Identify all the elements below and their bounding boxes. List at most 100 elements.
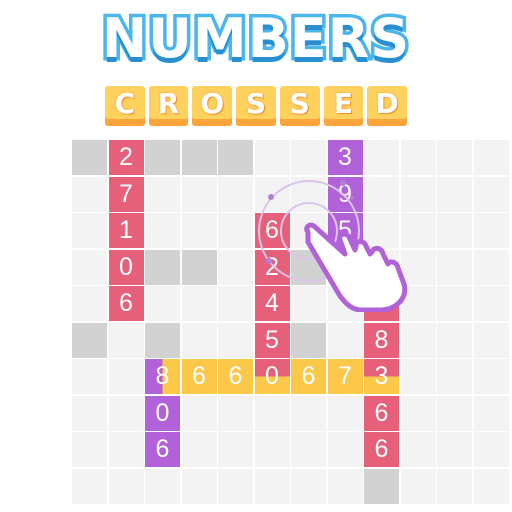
empty-cell[interactable] [327,432,363,467]
number-tile[interactable]: 6 [364,395,399,431]
empty-cell[interactable] [181,432,217,467]
empty-cell[interactable] [437,432,472,467]
number-tile[interactable]: 4 [254,286,290,321]
empty-cell[interactable] [400,176,436,212]
empty-cell[interactable] [400,359,436,394]
empty-cell[interactable] [218,395,253,431]
empty-cell[interactable] [437,322,472,358]
empty-cell[interactable] [473,395,509,431]
number-tile[interactable]: 0 [254,359,290,394]
empty-cell[interactable] [72,432,107,467]
number-tile[interactable]: 6 [145,432,180,467]
empty-cell[interactable] [473,432,509,467]
empty-cell[interactable] [145,468,180,504]
number-tile[interactable]: 0 [145,395,180,431]
empty-cell[interactable] [364,176,399,212]
empty-cell[interactable] [254,140,290,175]
empty-cell[interactable] [437,140,472,175]
number-tile[interactable]: 6 [181,359,217,394]
empty-cell[interactable] [108,432,144,467]
empty-cell[interactable] [437,395,472,431]
empty-cell[interactable] [181,176,217,212]
empty-cell[interactable] [473,249,509,285]
empty-cell[interactable] [473,286,509,321]
empty-cell[interactable] [181,213,217,248]
number-tile[interactable]: 3 [327,140,363,175]
empty-cell[interactable] [400,140,436,175]
empty-cell[interactable] [218,432,253,467]
number-tile[interactable]: 6 [291,359,326,394]
blocked-cell[interactable] [72,322,107,358]
empty-cell[interactable] [473,468,509,504]
number-tile[interactable]: 8 [145,359,180,394]
empty-cell[interactable] [437,468,472,504]
empty-cell[interactable] [473,140,509,175]
empty-cell[interactable] [218,322,253,358]
empty-cell[interactable] [400,322,436,358]
empty-cell[interactable] [400,395,436,431]
empty-cell[interactable] [291,395,326,431]
empty-cell[interactable] [473,359,509,394]
number-tile[interactable]: 5 [254,322,290,358]
blocked-cell[interactable] [181,140,217,175]
blocked-cell[interactable] [145,249,180,285]
number-tile[interactable]: 6 [108,286,144,321]
number-tile[interactable]: 1 [108,213,144,248]
empty-cell[interactable] [327,322,363,358]
blocked-cell[interactable] [145,140,180,175]
empty-cell[interactable] [218,213,253,248]
number-tile[interactable]: 2 [108,140,144,175]
empty-cell[interactable] [145,213,180,248]
empty-cell[interactable] [72,468,107,504]
empty-cell[interactable] [145,176,180,212]
empty-cell[interactable] [254,468,290,504]
empty-cell[interactable] [254,432,290,467]
empty-cell[interactable] [437,213,472,248]
empty-cell[interactable] [108,468,144,504]
number-tile[interactable]: 7 [327,359,363,394]
empty-cell[interactable] [437,359,472,394]
blocked-cell[interactable] [181,249,217,285]
empty-cell[interactable] [181,322,217,358]
empty-cell[interactable] [181,286,217,321]
empty-cell[interactable] [327,468,363,504]
empty-cell[interactable] [473,176,509,212]
empty-cell[interactable] [218,176,253,212]
empty-cell[interactable] [437,249,472,285]
empty-cell[interactable] [72,395,107,431]
empty-cell[interactable] [181,395,217,431]
empty-cell[interactable] [400,468,436,504]
empty-cell[interactable] [218,468,253,504]
empty-cell[interactable] [72,249,107,285]
blocked-cell[interactable] [72,140,107,175]
empty-cell[interactable] [181,468,217,504]
empty-cell[interactable] [291,432,326,467]
empty-cell[interactable] [364,140,399,175]
empty-cell[interactable] [108,395,144,431]
number-tile[interactable]: 6 [218,359,253,394]
number-tile[interactable]: 0 [108,249,144,285]
empty-cell[interactable] [145,286,180,321]
blocked-cell[interactable] [364,468,399,504]
empty-cell[interactable] [291,140,326,175]
empty-cell[interactable] [473,213,509,248]
number-tile[interactable]: 7 [108,176,144,212]
empty-cell[interactable] [254,395,290,431]
empty-cell[interactable] [437,286,472,321]
empty-cell[interactable] [218,286,253,321]
empty-cell[interactable] [400,432,436,467]
number-tile[interactable]: 3 [364,359,399,394]
empty-cell[interactable] [72,359,107,394]
empty-cell[interactable] [218,249,253,285]
empty-cell[interactable] [327,395,363,431]
empty-cell[interactable] [108,322,144,358]
empty-cell[interactable] [108,359,144,394]
blocked-cell[interactable] [145,322,180,358]
number-tile[interactable]: 8 [364,322,399,358]
empty-cell[interactable] [473,322,509,358]
blocked-cell[interactable] [218,140,253,175]
empty-cell[interactable] [72,213,107,248]
empty-cell[interactable] [291,468,326,504]
empty-cell[interactable] [72,176,107,212]
number-tile[interactable]: 6 [364,432,399,467]
